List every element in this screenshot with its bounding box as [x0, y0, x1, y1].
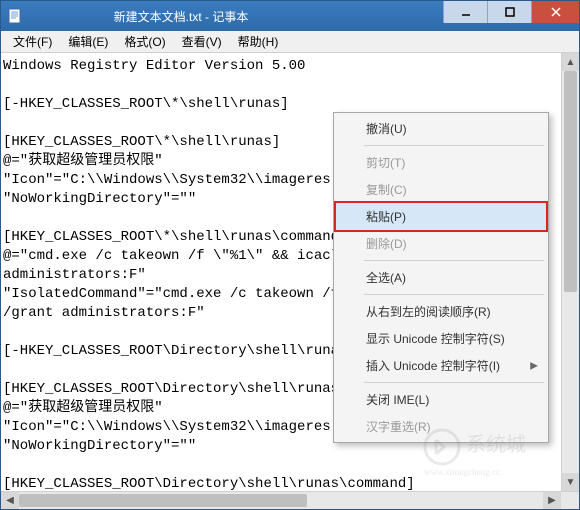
hscroll-track[interactable] — [19, 492, 543, 509]
window-title: 新建文本文档.txt - 记事本 — [29, 8, 443, 25]
submenu-arrow-icon: ▶ — [530, 360, 538, 371]
scroll-track[interactable] — [562, 71, 579, 473]
ctx-undo[interactable]: 撤消(U) — [336, 115, 546, 142]
maximize-button[interactable] — [487, 1, 531, 23]
context-menu: 撤消(U) 剪切(T) 复制(C) 粘贴(P) 删除(D) 全选(A) 从右到左… — [333, 112, 549, 443]
ctx-copy[interactable]: 复制(C) — [336, 176, 546, 203]
app-icon — [7, 8, 23, 24]
close-button[interactable] — [531, 1, 579, 23]
window-controls — [443, 1, 579, 31]
separator — [364, 294, 544, 295]
scroll-up-icon[interactable]: ▲ — [562, 53, 579, 71]
ctx-paste[interactable]: 粘贴(P) — [334, 201, 548, 232]
ctx-insert-unicode[interactable]: 插入 Unicode 控制字符(I) ▶ — [336, 352, 546, 379]
menu-format[interactable]: 格式(O) — [116, 31, 173, 52]
ctx-hanzi-reselect[interactable]: 汉字重选(R) — [336, 413, 546, 440]
ctx-cut[interactable]: 剪切(T) — [336, 149, 546, 176]
hscroll-thumb[interactable] — [19, 494, 307, 507]
ctx-close-ime[interactable]: 关闭 IME(L) — [336, 386, 546, 413]
menu-edit[interactable]: 编辑(E) — [60, 31, 116, 52]
scroll-thumb[interactable] — [564, 71, 577, 292]
ctx-insert-unicode-label: 插入 Unicode 控制字符(I) — [366, 359, 500, 373]
scroll-corner — [561, 492, 579, 509]
separator — [364, 382, 544, 383]
minimize-button[interactable] — [443, 1, 487, 23]
scroll-down-icon[interactable]: ▼ — [562, 473, 579, 491]
separator — [364, 145, 544, 146]
separator — [364, 260, 544, 261]
horizontal-scrollbar[interactable]: ◀ ▶ — [1, 491, 579, 509]
ctx-show-unicode[interactable]: 显示 Unicode 控制字符(S) — [336, 325, 546, 352]
menu-help[interactable]: 帮助(H) — [230, 31, 287, 52]
ctx-select-all[interactable]: 全选(A) — [336, 264, 546, 291]
menu-view[interactable]: 查看(V) — [174, 31, 230, 52]
titlebar[interactable]: 新建文本文档.txt - 记事本 — [1, 1, 579, 31]
ctx-delete[interactable]: 删除(D) — [336, 230, 546, 257]
ctx-rtl-order[interactable]: 从右到左的阅读顺序(R) — [336, 298, 546, 325]
menubar: 文件(F) 编辑(E) 格式(O) 查看(V) 帮助(H) — [1, 31, 579, 53]
vertical-scrollbar[interactable]: ▲ ▼ — [561, 53, 579, 491]
scroll-left-icon[interactable]: ◀ — [1, 492, 19, 509]
scroll-right-icon[interactable]: ▶ — [543, 492, 561, 509]
menu-file[interactable]: 文件(F) — [5, 31, 60, 52]
